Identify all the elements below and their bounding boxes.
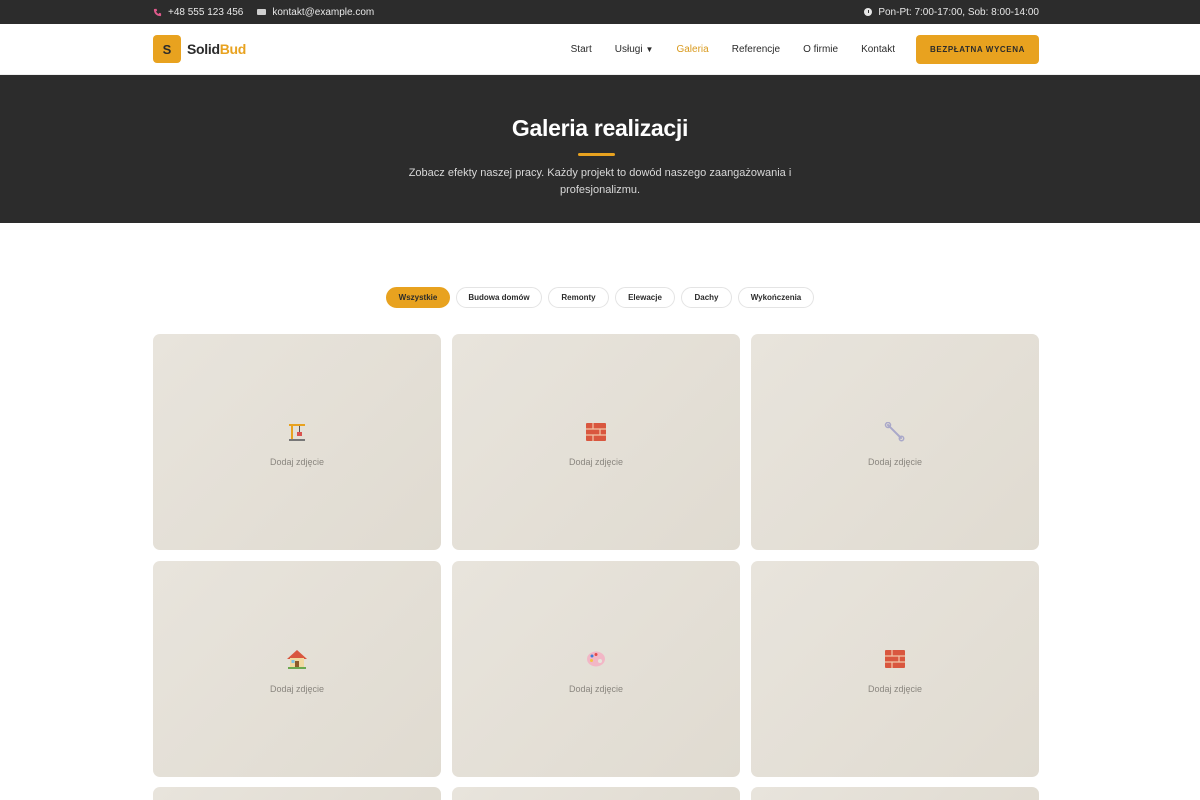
nav-item-referencje[interactable]: Referencje: [732, 44, 780, 55]
phone-number: +48 555 123 456: [168, 6, 244, 18]
nav-item-start[interactable]: Start: [571, 44, 592, 55]
title-underline: [578, 153, 615, 156]
gallery-item[interactable]: Dodaj zdjęcie: [452, 334, 740, 550]
house-icon: [287, 650, 307, 669]
opening-hours: Pon-Pt: 7:00-17:00, Sob: 8:00-14:00: [864, 7, 1039, 18]
add-photo-label: Dodaj zdjęcie: [269, 457, 325, 467]
gallery-filters: Wszystkie Budowa domów Remonty Elewacje …: [0, 287, 1200, 308]
filter-wykonczenia[interactable]: Wykończenia: [738, 287, 814, 308]
filter-budowa-domow[interactable]: Budowa domów: [456, 287, 542, 308]
gallery-item[interactable]: [153, 787, 441, 800]
top-info-bar: +48 555 123 456 kontakt@example.com Pon-…: [0, 0, 1200, 24]
page-subtitle: Zobacz efekty naszej pracy. Każdy projek…: [408, 167, 792, 196]
page-hero: Galeria realizacji Zobacz efekty naszej …: [0, 75, 1200, 223]
nav-item-galeria[interactable]: Galeria: [676, 44, 708, 55]
filter-remonty[interactable]: Remonty: [548, 287, 609, 308]
palette-icon: [587, 651, 605, 667]
gallery-item[interactable]: [751, 787, 1039, 800]
gallery-item[interactable]: Dodaj zdjęcie: [153, 334, 441, 550]
logo-text: SolidBud: [187, 41, 247, 57]
gallery-item[interactable]: [452, 787, 740, 800]
phone-contact[interactable]: +48 555 123 456: [153, 7, 243, 18]
bricks-icon: [586, 423, 606, 441]
crane-icon: [289, 424, 305, 441]
gallery-item[interactable]: Dodaj zdjęcie: [751, 334, 1039, 550]
add-photo-label: Dodaj zdjęcie: [867, 457, 923, 467]
filter-wszystkie[interactable]: Wszystkie: [386, 287, 450, 308]
email-address: kontakt@example.com: [272, 6, 375, 18]
page-title: Galeria realizacji: [511, 115, 689, 141]
phone-icon: [153, 8, 162, 16]
opening-hours-text: Pon-Pt: 7:00-17:00, Sob: 8:00-14:00: [878, 6, 1039, 18]
caret-down-icon: ▼: [645, 45, 654, 54]
gallery-grid-next-row: [153, 787, 1039, 800]
bricks-icon: [885, 650, 905, 668]
filter-dachy[interactable]: Dachy: [681, 287, 732, 308]
filter-elewacje[interactable]: Elewacje: [615, 287, 675, 308]
wrench-icon: [884, 422, 905, 442]
nav-item-kontakt[interactable]: Kontakt: [861, 44, 895, 55]
gallery-item[interactable]: Dodaj zdjęcie: [153, 561, 441, 777]
nav-item-o-firmie[interactable]: O firmie: [803, 44, 838, 55]
clock-icon: [864, 8, 873, 16]
logo[interactable]: S SolidBud: [153, 35, 246, 63]
add-photo-label: Dodaj zdjęcie: [269, 684, 325, 694]
add-photo-label: Dodaj zdjęcie: [568, 684, 624, 694]
gallery-item[interactable]: Dodaj zdjęcie: [751, 561, 1039, 777]
logo-mark: S: [153, 35, 181, 63]
gallery-grid: Dodaj zdjęcie Dodaj zdjęcie Dodaj zdjęci…: [153, 334, 1039, 777]
main-navbar: S SolidBud Start Usługi ▼ Galeria Referen…: [0, 24, 1200, 75]
mail-icon: [257, 9, 267, 15]
add-photo-label: Dodaj zdjęcie: [568, 457, 624, 467]
add-photo-label: Dodaj zdjęcie: [867, 684, 923, 694]
nav-item-uslugi[interactable]: Usługi ▼: [615, 44, 654, 55]
free-quote-button[interactable]: BEZPŁATNA WYCENA: [916, 35, 1039, 64]
nav-menu: Start Usługi ▼ Galeria Referencje O firmi…: [571, 35, 1039, 64]
email-contact[interactable]: kontakt@example.com: [257, 7, 374, 18]
gallery-item[interactable]: Dodaj zdjęcie: [452, 561, 740, 777]
